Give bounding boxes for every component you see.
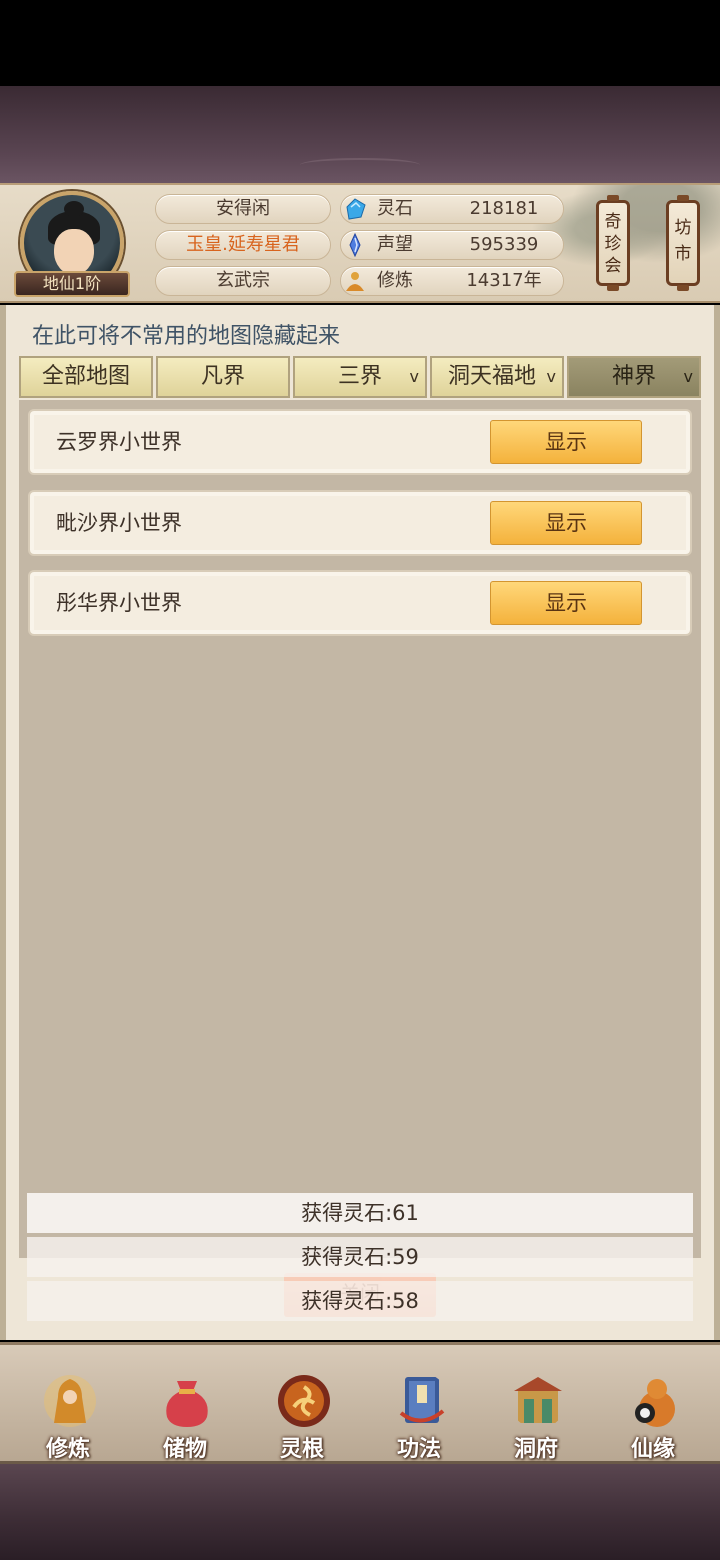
cave-mansion-icon xyxy=(514,1377,562,1423)
panel-hint: 在此可将不常用的地图隐藏起来 xyxy=(32,324,341,349)
show-button[interactable]: 显示 xyxy=(490,420,642,464)
show-button[interactable]: 显示 xyxy=(490,581,642,625)
meditation-icon xyxy=(44,1375,96,1427)
nav-cave-mansion[interactable]: 洞府 xyxy=(488,1373,584,1463)
cloud-ornament xyxy=(300,158,420,172)
chevron-down-icon: v xyxy=(683,367,693,386)
tab-three-realms[interactable]: 三界 v xyxy=(293,356,427,398)
map-name: 毗沙界小世界 xyxy=(56,511,182,535)
nav-spirit-root[interactable]: 灵根 xyxy=(254,1373,350,1463)
map-name: 云罗界小世界 xyxy=(56,430,182,454)
nav-storage[interactable]: 储物 xyxy=(137,1373,233,1463)
chevron-down-icon: v xyxy=(409,367,419,386)
reward-toast: 获得灵石:58 xyxy=(27,1281,693,1321)
stat-reputation: 声望 595339 xyxy=(340,230,564,260)
player-title[interactable]: 玉皇.延寿星君 xyxy=(155,230,331,260)
list-item: 云罗界小世界 显示 xyxy=(28,409,692,475)
treasure-bag-icon xyxy=(166,1381,208,1427)
nav-immortal-fate[interactable]: 仙缘 xyxy=(605,1373,701,1463)
tab-all-maps[interactable]: 全部地图 xyxy=(19,356,153,398)
spirit-stone-icon xyxy=(346,198,366,220)
tab-divine-realm[interactable]: 神界 v xyxy=(567,356,701,398)
status-bar xyxy=(0,0,720,86)
player-name: 安得闲 xyxy=(155,194,331,224)
reward-toast: 获得灵石:61 xyxy=(27,1193,693,1233)
map-name: 彤华界小世界 xyxy=(56,591,182,615)
bottom-nav: 修炼 储物 灵根 功法 洞府 仙缘 xyxy=(0,1342,720,1464)
player-sect[interactable]: 玄武宗 xyxy=(155,266,331,296)
gourd-icon xyxy=(635,1379,675,1427)
cultivation-icon xyxy=(346,272,364,291)
show-button[interactable]: 显示 xyxy=(490,501,642,545)
nav-cultivate[interactable]: 修炼 xyxy=(20,1373,116,1463)
map-tabs: 全部地图 凡界 三界 v 洞天福地 v 神界 v xyxy=(19,356,701,398)
chevron-down-icon: v xyxy=(546,367,556,386)
tab-blessed-lands[interactable]: 洞天福地 v xyxy=(430,356,564,398)
bottom-decor-band xyxy=(0,1464,720,1560)
treasure-auction-button[interactable]: 奇珍会 xyxy=(596,195,630,291)
list-item: 毗沙界小世界 显示 xyxy=(28,490,692,556)
reward-toast: 获得灵石:59 xyxy=(27,1237,693,1277)
stat-cultivation: 修炼 14317年 xyxy=(340,266,564,296)
list-item: 彤华界小世界 显示 xyxy=(28,570,692,636)
scripture-book-icon xyxy=(399,1377,445,1423)
tab-mortal-realm[interactable]: 凡界 xyxy=(156,356,290,398)
reputation-icon xyxy=(349,233,361,257)
nav-techniques[interactable]: 功法 xyxy=(371,1373,467,1463)
stat-spirit-stone: 灵石 218181 xyxy=(340,194,564,224)
spirit-root-icon xyxy=(278,1375,330,1427)
top-decor-band xyxy=(0,86,720,184)
rank-badge: 地仙1阶 xyxy=(14,271,130,297)
market-button[interactable]: 坊市 xyxy=(666,195,700,291)
